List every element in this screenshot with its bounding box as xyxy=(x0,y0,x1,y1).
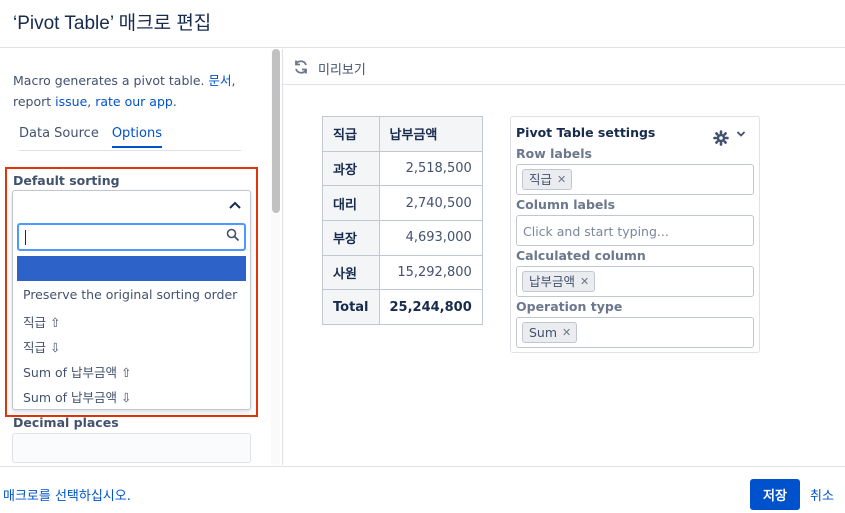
calculated-column-chip: 납부금액 ✕ xyxy=(522,271,596,292)
sorting-option[interactable]: 직급 ⇧ xyxy=(23,312,60,331)
refresh-icon[interactable] xyxy=(293,59,309,75)
table-row: 사원 15,292,800 xyxy=(322,254,483,291)
calculated-column-label: Calculated column xyxy=(516,248,646,263)
total-label: Total xyxy=(322,289,380,326)
preview-header: 미리보기 xyxy=(283,49,845,85)
select-macro-link[interactable]: 매크로를 선택하십시오. xyxy=(3,485,131,504)
docs-link[interactable]: 문서 xyxy=(208,73,231,88)
row-label: 사원 xyxy=(322,254,380,291)
row-label: 대리 xyxy=(322,185,380,222)
decimal-places-input[interactable] xyxy=(12,433,251,463)
row-value: 15,292,800 xyxy=(378,254,483,291)
close-icon[interactable]: ✕ xyxy=(557,170,566,189)
rate-app-link[interactable]: rate our app xyxy=(95,94,173,109)
dialog-title: ‘Pivot Table’ 매크로 편집 xyxy=(13,13,212,34)
tab-data-source[interactable]: Data Source xyxy=(19,126,99,148)
total-value: 25,244,800 xyxy=(378,289,483,326)
close-icon[interactable]: ✕ xyxy=(580,272,589,291)
preview-title: 미리보기 xyxy=(318,63,366,78)
issue-link[interactable]: issue xyxy=(55,94,87,109)
row-labels-input[interactable]: 직급 ✕ xyxy=(516,164,754,195)
row-labels-label: Row labels xyxy=(516,146,592,161)
chevron-up-icon[interactable] xyxy=(228,198,242,214)
column-header: 직급 xyxy=(322,116,380,152)
default-sorting-label: Default sorting xyxy=(13,173,120,188)
row-label: 부장 xyxy=(322,220,380,256)
text-caret xyxy=(25,230,26,245)
gear-icon[interactable] xyxy=(713,130,729,146)
row-value: 2,518,500 xyxy=(378,150,483,187)
default-sorting-select[interactable]: Preserve the original sorting order 직급 ⇧… xyxy=(12,190,251,410)
dialog-footer: 매크로를 선택하십시오. 저장 취소 xyxy=(0,466,845,513)
chevron-down-icon[interactable] xyxy=(736,128,746,141)
row-value: 4,693,000 xyxy=(378,220,483,256)
macro-description: Macro generates a pivot table. 문서, report… xyxy=(13,73,236,109)
operation-type-chip: Sum ✕ xyxy=(522,322,578,343)
table-header-row: 직급 납부금액 xyxy=(322,116,483,152)
options-scrollbar[interactable] xyxy=(271,49,280,465)
sorting-option[interactable]: Sum of 납부금액 ⇧ xyxy=(23,362,131,381)
column-labels-label: Column labels xyxy=(516,197,616,212)
sorting-option-empty[interactable] xyxy=(17,256,246,281)
sorting-option[interactable]: 직급 ⇩ xyxy=(23,337,60,356)
column-header: 납부금액 xyxy=(378,116,483,152)
settings-title: Pivot Table settings xyxy=(516,125,656,140)
table-row: 부장 4,693,000 xyxy=(322,220,483,256)
search-icon xyxy=(226,228,240,242)
operation-type-input[interactable]: Sum ✕ xyxy=(516,317,754,348)
calculated-column-input[interactable]: 납부금액 ✕ xyxy=(516,266,754,297)
sorting-option[interactable]: Sum of 납부금액 ⇩ xyxy=(23,387,131,406)
column-labels-input[interactable]: Click and start typing... xyxy=(516,215,754,246)
row-label-chip: 직급 ✕ xyxy=(522,169,573,190)
scrollbar-thumb[interactable] xyxy=(272,49,280,213)
options-tabs: Data Source Options xyxy=(19,126,162,148)
tab-options[interactable]: Options xyxy=(111,126,162,148)
table-row: 대리 2,740,500 xyxy=(322,185,483,222)
tabs-divider xyxy=(19,150,241,151)
operation-type-label: Operation type xyxy=(516,299,623,314)
table-total-row: Total 25,244,800 xyxy=(322,289,483,326)
save-button[interactable]: 저장 xyxy=(750,479,800,510)
close-icon[interactable]: ✕ xyxy=(562,323,571,342)
column-labels-placeholder: Click and start typing... xyxy=(523,224,669,239)
pivot-table: 직급 납부금액 과장 2,518,500 대리 2,740,500 부장 4,6… xyxy=(322,116,483,326)
decimal-places-label: Decimal places xyxy=(13,415,119,430)
dialog-header: ‘Pivot Table’ 매크로 편집 xyxy=(0,0,845,48)
cancel-button[interactable]: 취소 xyxy=(810,485,834,504)
sorting-option[interactable]: Preserve the original sorting order xyxy=(23,287,237,302)
pivot-settings-panel: Pivot Table settings Row labels 직급 ✕ Colu… xyxy=(510,116,760,353)
macro-options-panel: Macro generates a pivot table. 문서, report… xyxy=(0,49,283,465)
preview-panel: 미리보기 직급 납부금액 과장 2,518,500 대리 2,740,500 부… xyxy=(283,49,845,465)
table-row: 과장 2,518,500 xyxy=(322,150,483,187)
row-value: 2,740,500 xyxy=(378,185,483,222)
sorting-search-input[interactable] xyxy=(17,223,246,251)
row-label: 과장 xyxy=(322,150,380,187)
